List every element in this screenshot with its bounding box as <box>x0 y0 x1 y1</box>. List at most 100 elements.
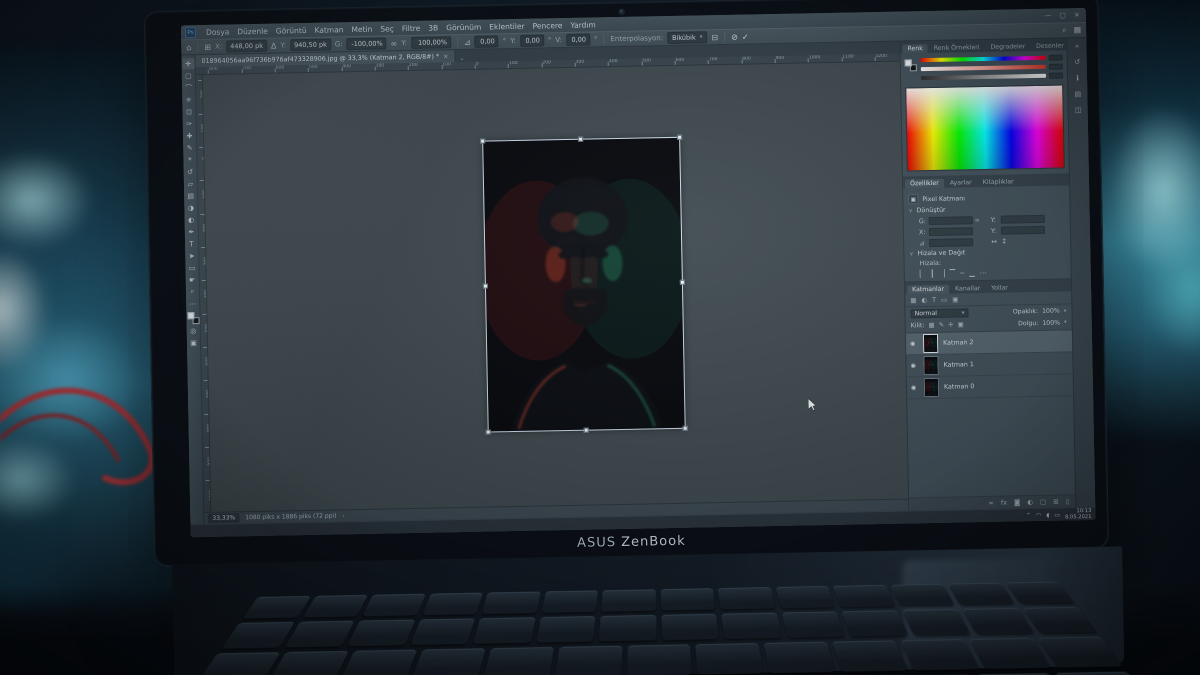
search-icon[interactable]: ⌕ <box>1062 25 1067 35</box>
prop-x-input[interactable] <box>928 227 974 237</box>
battery-icon[interactable]: ▭ <box>1054 511 1060 518</box>
pen-tool[interactable]: ✒ <box>185 226 197 237</box>
move-tool[interactable]: ✛ <box>182 58 195 70</box>
shape-tool[interactable]: ▭ <box>186 262 198 273</box>
align-left-icon[interactable]: ▏ <box>920 270 926 278</box>
taskbar-clock[interactable]: 10:13 8.05.2021 <box>1065 508 1092 521</box>
visibility-eye-icon[interactable]: ◉ <box>910 340 918 347</box>
close-tab-icon[interactable]: × <box>443 53 448 60</box>
lock-transparent-icon[interactable]: ▦ <box>928 321 934 329</box>
keyboard-key[interactable] <box>947 582 1015 605</box>
keyboard-key[interactable] <box>1037 636 1124 668</box>
layer-row-katman-0[interactable]: ◉ Katman 0 <box>906 374 1074 400</box>
edit-toolbar[interactable]: ⋯ <box>187 298 199 309</box>
type-tool[interactable]: T <box>185 238 197 249</box>
saturation-value-field[interactable] <box>1048 63 1063 70</box>
minimize-button[interactable]: — <box>1044 12 1051 20</box>
filter-pixel-icon[interactable]: ▦ <box>910 296 916 304</box>
marquee-tool[interactable]: ▢ <box>182 70 194 81</box>
keyboard-key[interactable] <box>541 590 598 613</box>
keyboard-key[interactable] <box>901 609 971 636</box>
width-input[interactable]: -100,00% <box>346 37 387 51</box>
maximize-button[interactable]: ▢ <box>1059 11 1066 19</box>
quick-selection-tool[interactable]: ✳ <box>183 94 195 105</box>
layer-style-icon[interactable]: fx <box>1001 499 1007 507</box>
saturation-slider[interactable] <box>920 64 1046 72</box>
filter-type-icon[interactable]: T <box>932 296 936 304</box>
keyboard-key[interactable] <box>409 618 475 645</box>
prop-height-input[interactable] <box>1000 214 1045 224</box>
menu-3b[interactable]: 3B <box>424 23 442 32</box>
prop-angle-input[interactable] <box>929 238 974 248</box>
keyboard-key[interactable] <box>962 608 1034 635</box>
color-swatches-widget[interactable] <box>186 312 200 325</box>
crop-tool[interactable]: ⊡ <box>183 106 195 117</box>
keyboard-key[interactable] <box>482 646 554 675</box>
path-selection-tool[interactable]: ➤ <box>186 250 198 261</box>
visibility-eye-icon[interactable]: ◉ <box>910 362 918 369</box>
keyboard-key[interactable] <box>283 620 355 648</box>
document-image[interactable] <box>483 137 685 432</box>
adjustment-layer-icon[interactable]: ◐ <box>1027 498 1033 506</box>
flip-vertical-icon[interactable]: ↕ <box>1001 237 1045 246</box>
menu-filtre[interactable]: Filtre <box>398 23 425 33</box>
filter-adjustment-icon[interactable]: ◐ <box>921 296 927 304</box>
menu-görünüm[interactable]: Görünüm <box>442 22 485 32</box>
chevron-down-icon[interactable]: ▾ <box>1064 319 1067 325</box>
delta-icon[interactable]: Δ <box>271 41 277 50</box>
keyboard-key[interactable] <box>832 584 895 608</box>
y-input[interactable]: 940,50 pk <box>290 38 331 52</box>
menu-pencere[interactable]: Pencere <box>529 20 567 31</box>
x-input[interactable]: 448,00 pk <box>226 39 268 53</box>
layer-mask-icon[interactable]: ◙ <box>1014 498 1020 506</box>
tab-list-chevron-icon[interactable]: ⌄ <box>459 55 464 62</box>
menu-düzenle[interactable]: Düzenle <box>233 26 272 36</box>
keyboard-key[interactable] <box>969 637 1052 669</box>
new-layer-icon[interactable]: ⊞ <box>1053 498 1059 506</box>
blur-tool[interactable]: ◑ <box>185 202 197 213</box>
keyboard-key[interactable] <box>195 652 281 675</box>
interpolation-select[interactable]: Bikübik ▾ <box>666 31 708 45</box>
collapse-panels-icon[interactable]: » <box>1075 42 1079 50</box>
volume-icon[interactable]: ◖ <box>1046 511 1049 518</box>
brightness-slider[interactable] <box>920 73 1047 81</box>
zoom-tool[interactable]: ⌕ <box>186 286 198 297</box>
lasso-tool[interactable]: ⌒ <box>182 82 194 93</box>
keyboard-key[interactable] <box>481 591 541 615</box>
layer-group-icon[interactable]: ▢ <box>1040 498 1046 506</box>
height-input[interactable]: 100,00% <box>410 36 452 49</box>
opacity-value[interactable]: 100% <box>1042 308 1060 315</box>
filter-smart-icon[interactable]: ▣ <box>952 295 958 303</box>
keyboard-key[interactable] <box>890 583 955 606</box>
canvas-area[interactable] <box>202 61 909 512</box>
gradient-tool[interactable]: ▤ <box>185 190 197 201</box>
foreground-color-swatch[interactable] <box>904 59 912 67</box>
angle-input[interactable]: 0,00 <box>474 35 499 48</box>
align-center-h-icon[interactable]: ┃ <box>930 270 934 278</box>
keyboard-key[interactable] <box>535 616 596 643</box>
link-dimensions-icon[interactable]: ∞ <box>975 216 989 224</box>
keyboard-key[interactable] <box>900 639 980 671</box>
close-button[interactable]: ✕ <box>1074 11 1080 19</box>
keyboard-key[interactable] <box>267 650 349 675</box>
layer-row-katman-2[interactable]: ◉ Katman 2 <box>905 330 1073 356</box>
menu-katman[interactable]: Katman <box>310 25 347 35</box>
align-right-icon[interactable]: ▕ <box>939 270 945 278</box>
screen-mode-icon[interactable]: ▣ <box>187 337 199 348</box>
cancel-transform-button[interactable]: ⊘ <box>731 32 738 41</box>
eyedropper-tool[interactable]: ✑ <box>183 118 195 129</box>
color-spectrum-picker[interactable] <box>905 84 1065 172</box>
prop-width-input[interactable] <box>928 216 973 226</box>
keyboard-key[interactable] <box>601 589 656 612</box>
keyboard-key[interactable] <box>411 648 486 675</box>
lock-position-icon[interactable]: ✛ <box>948 321 954 329</box>
hue-value-field[interactable] <box>1048 54 1063 61</box>
menu-görüntü[interactable]: Görüntü <box>272 25 311 35</box>
layer-thumbnail[interactable] <box>922 333 939 354</box>
libraries-panel-icon[interactable]: ◫ <box>1075 106 1082 114</box>
menu-seç[interactable]: Seç <box>376 24 398 33</box>
keyboard-key[interactable] <box>660 588 716 611</box>
keyboard-key[interactable] <box>472 617 536 644</box>
eraser-tool[interactable]: ▱ <box>184 178 196 189</box>
keyboard-key[interactable] <box>346 619 415 647</box>
